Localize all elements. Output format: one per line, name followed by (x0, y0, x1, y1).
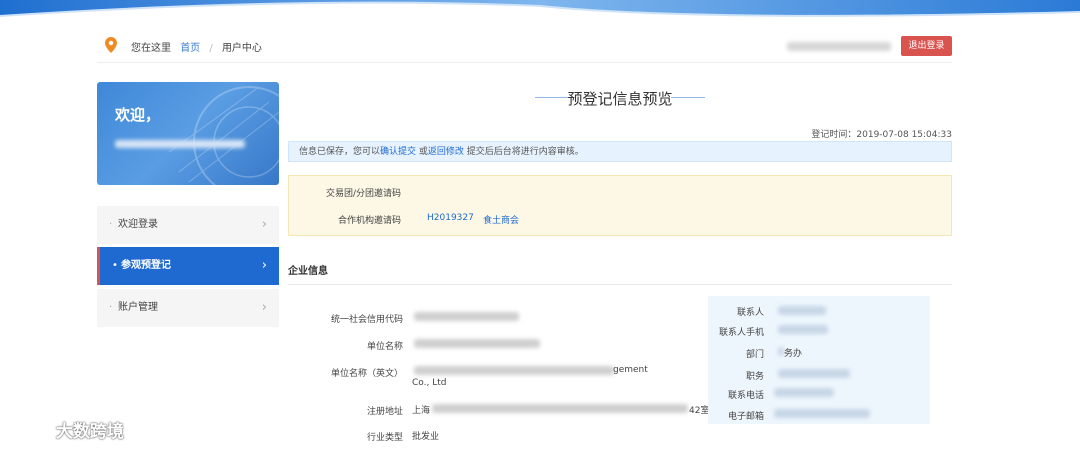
contact-mobile-redacted (778, 325, 828, 334)
notice-or: 或 (416, 147, 428, 157)
registration-time-label: 登记时间： (811, 130, 857, 140)
industry-type-value: 批发业 (412, 432, 440, 442)
chevron-right-icon: › (261, 217, 267, 232)
save-notice: 信息已保存，您可以确认提交 或返回修改 提交后后台将进行内容审核。 (288, 141, 952, 162)
email-label: 电子邮箱 (727, 412, 764, 422)
contact-info-panel: 联系人 联系人手机 部门 务办 职务 联系电话 电子邮箱 (708, 296, 930, 424)
breadcrumb-separator: / (209, 43, 213, 54)
breadcrumb: 您在这里 首页 / 用户中心 (131, 39, 262, 54)
welcome-title: 欢迎， (115, 106, 161, 124)
chevron-right-icon: › (261, 300, 267, 315)
phone-redacted (774, 388, 834, 397)
position-label: 职务 (745, 372, 764, 382)
watermark-text: 大数跨境 (55, 422, 124, 442)
department-value-tail: 务办 (784, 349, 803, 359)
sidebar-item-welcome-login[interactable]: · 欢迎登录 › (97, 206, 279, 244)
chevron-right-icon: › (261, 258, 267, 273)
sidebar-item-visit-preregistration[interactable]: • 参观预登记 › (97, 247, 279, 285)
logout-button[interactable]: 退出登录 (901, 36, 952, 56)
username-redacted (787, 42, 891, 51)
welcome-card: 欢迎， (97, 82, 279, 185)
company-name-label: 单位名称 (366, 342, 403, 352)
industry-type-label: 行业类型 (366, 433, 403, 443)
bullet-icon: · (109, 219, 113, 230)
credit-code-label: 统一社会信用代码 (330, 315, 403, 325)
credit-code-redacted (414, 312, 519, 321)
back-edit-link[interactable]: 返回修改 (428, 147, 464, 157)
partner-code-label: 合作机构邀请码 (337, 216, 401, 226)
breadcrumb-prefix: 您在这里 (131, 43, 171, 54)
top-banner-decoration (0, 0, 1080, 20)
title-right-line (671, 97, 705, 98)
company-name-en-label: 单位名称（英文） (330, 369, 403, 379)
contact-mobile-label: 联系人手机 (718, 328, 764, 338)
contact-person-redacted (778, 306, 826, 315)
registration-time-value: 2019-07-08 15:04:33 (856, 130, 952, 140)
header-bar: 您在这里 首页 / 用户中心 退出登录 (97, 34, 952, 63)
section-divider (288, 284, 952, 285)
watermark-logo-icon (8, 422, 47, 442)
invitation-codes-box: 交易团/分团邀请码 合作机构邀请码 H2019327 食土商会 (288, 175, 952, 236)
notice-prefix: 信息已保存，您可以 (299, 147, 381, 157)
welcome-user-redacted (115, 140, 245, 148)
breadcrumb-current: 用户中心 (221, 43, 262, 54)
email-redacted (774, 409, 870, 418)
breadcrumb-home-link[interactable]: 首页 (180, 43, 200, 54)
welcome-card-decoration (168, 86, 279, 185)
sidebar-item-label: 账户管理 (118, 302, 158, 313)
contact-person-label: 联系人 (736, 308, 764, 318)
partner-name-value: 食土商会 (483, 216, 520, 226)
registered-address-label: 注册地址 (366, 407, 403, 417)
company-name-en-tail: gement (613, 365, 648, 375)
bullet-icon: • (112, 260, 118, 271)
sidebar-item-label: 参观预登记 (121, 260, 171, 271)
watermark: 大数跨境 (8, 417, 124, 443)
registration-time: 登记时间：2019-07-08 15:04:33 (700, 127, 952, 140)
department-label: 部门 (745, 350, 764, 360)
confirm-submit-link[interactable]: 确认提交 (380, 147, 416, 157)
company-name-en-line2: Co., Ltd (412, 378, 447, 388)
bullet-icon: · (109, 302, 113, 313)
company-name-en-redacted (414, 366, 614, 375)
company-name-redacted (414, 339, 540, 348)
address-start: 上海 (412, 406, 431, 416)
position-redacted (778, 369, 850, 378)
address-redacted (432, 404, 688, 413)
sidebar-item-account-management[interactable]: · 账户管理 › (97, 289, 279, 327)
sidebar-item-label: 欢迎登录 (118, 219, 158, 230)
partner-code-value: H2019327 (427, 213, 474, 223)
page-title: 预登记信息预览 (567, 90, 673, 108)
address-tail: 42室 (689, 406, 710, 416)
section-title-company: 企业信息 (288, 266, 328, 277)
location-pin-icon (105, 37, 117, 53)
notice-suffix: 提交后后台将进行内容审核。 (463, 147, 584, 157)
phone-label: 联系电话 (727, 391, 764, 401)
group-code-label: 交易团/分团邀请码 (325, 189, 401, 199)
